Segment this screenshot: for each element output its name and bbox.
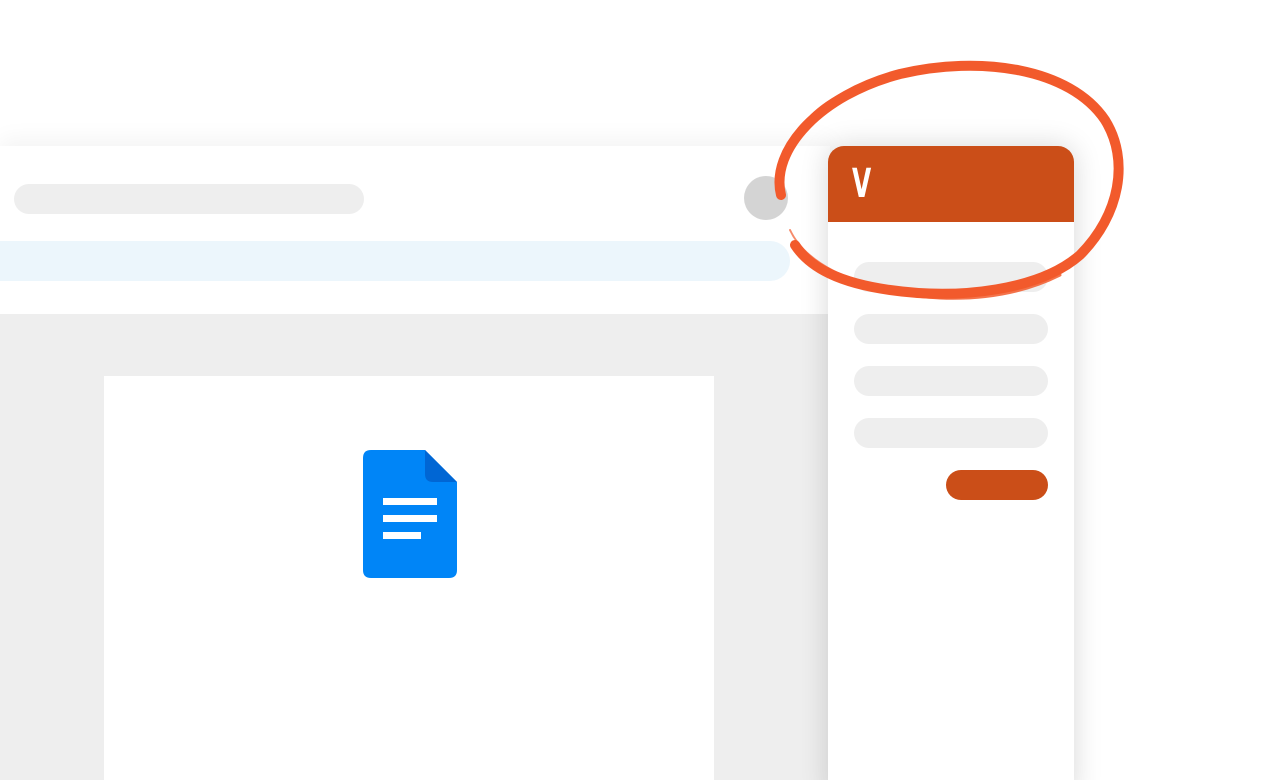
panel-header: V bbox=[828, 146, 1074, 222]
panel-field-4[interactable] bbox=[854, 418, 1048, 448]
document-canvas bbox=[0, 314, 830, 780]
user-avatar[interactable] bbox=[744, 176, 788, 220]
panel-field-1[interactable] bbox=[854, 262, 1048, 292]
editor-toolbar-placeholder[interactable] bbox=[0, 241, 790, 281]
panel-action-button[interactable] bbox=[946, 470, 1048, 500]
extension-logo: V bbox=[852, 161, 872, 207]
docs-header bbox=[0, 146, 830, 314]
google-docs-icon bbox=[363, 450, 457, 578]
document-page[interactable] bbox=[104, 376, 714, 780]
stage: V bbox=[0, 0, 1286, 780]
panel-field-3[interactable] bbox=[854, 366, 1048, 396]
document-title-placeholder[interactable] bbox=[14, 184, 364, 214]
extension-side-panel: V bbox=[828, 146, 1074, 780]
docs-window bbox=[0, 146, 830, 780]
panel-field-2[interactable] bbox=[854, 314, 1048, 344]
